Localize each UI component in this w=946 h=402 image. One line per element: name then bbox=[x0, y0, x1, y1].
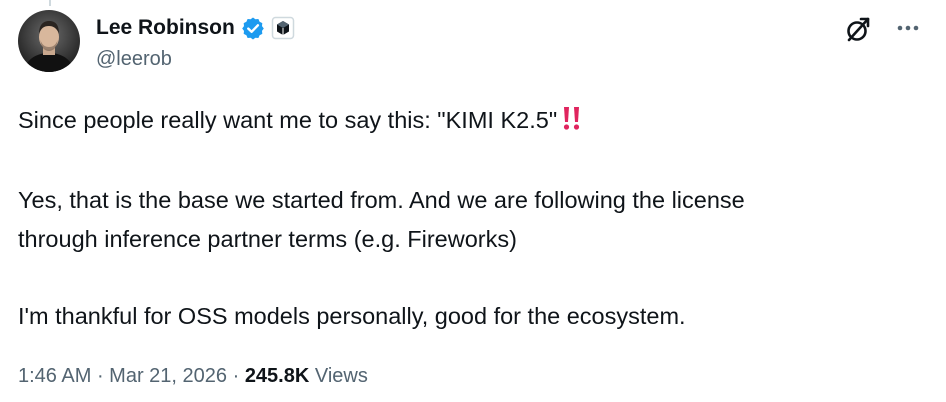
avatar[interactable] bbox=[18, 10, 80, 72]
grok-icon[interactable] bbox=[843, 15, 873, 45]
author-handle[interactable]: @leerob bbox=[96, 46, 172, 72]
meta-separator: · bbox=[227, 365, 245, 387]
double-exclamation-icon bbox=[561, 104, 583, 143]
tweet-date[interactable]: Mar 21, 2026 bbox=[109, 362, 227, 390]
author-display-name[interactable]: Lee Robinson bbox=[96, 14, 235, 42]
views-label: Views bbox=[309, 365, 368, 387]
verified-badge-icon[interactable] bbox=[241, 16, 265, 40]
views-count[interactable]: 245.8K bbox=[245, 362, 310, 390]
tweet-paragraph-1: Since people really want me to say this:… bbox=[18, 101, 928, 143]
thread-connector bbox=[49, 0, 51, 6]
tweet-meta: 1:46 AM · Mar 21, 2026 · 245.8K Views bbox=[18, 362, 368, 390]
tweet-line-1: Since people really want me to say this:… bbox=[18, 107, 558, 133]
tweet-paragraph-2: Yes, that is the base we started from. A… bbox=[18, 187, 745, 252]
tweet-time[interactable]: 1:46 AM bbox=[18, 362, 91, 390]
tweet-paragraph-3: I'm thankful for OSS models personally, … bbox=[18, 302, 686, 329]
tweet-body: Since people really want me to say this:… bbox=[18, 101, 928, 335]
person-avatar-icon bbox=[18, 10, 80, 72]
meta-separator: · bbox=[91, 365, 110, 387]
more-horizontal-icon[interactable] bbox=[893, 16, 923, 40]
author-header: Lee Robinson bbox=[96, 14, 295, 42]
affiliate-badge-icon[interactable] bbox=[271, 16, 295, 40]
